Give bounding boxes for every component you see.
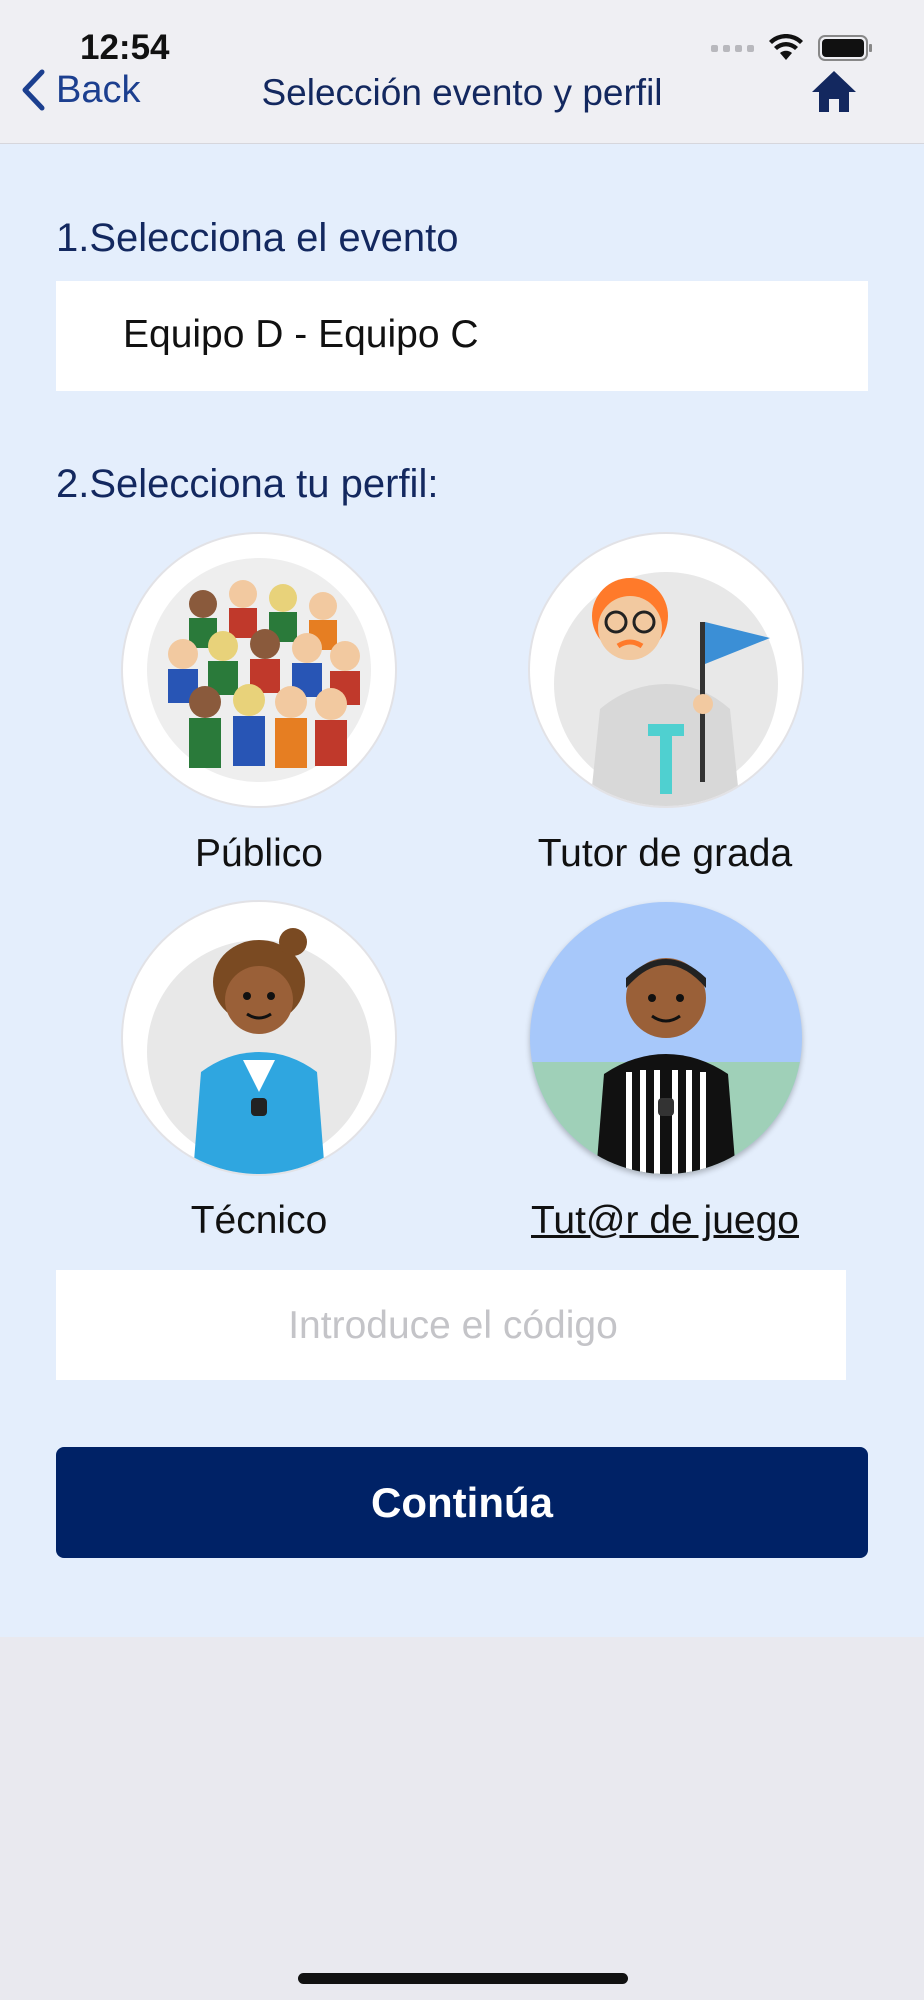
- home-icon: [812, 71, 856, 112]
- tutor-flag-icon: [554, 572, 778, 806]
- profile-section-label: 2.Selecciona tu perfil:: [56, 462, 439, 506]
- wifi-icon: [769, 34, 803, 60]
- status-icons: [711, 34, 874, 62]
- profile-tutor-grada-label[interactable]: Tutor de grada: [500, 832, 830, 876]
- profile-tutor-juego-label[interactable]: Tut@r de juego: [500, 1199, 830, 1243]
- selected-event: Equipo D - Equipo C: [123, 313, 479, 356]
- coach-whistle-icon: [147, 928, 371, 1174]
- home-button[interactable]: [810, 68, 858, 119]
- navigation-bar: 12:54 Back Selección evento y perfil: [0, 0, 924, 144]
- page-title: Selección evento y perfil: [261, 72, 663, 113]
- profile-tecnico-label[interactable]: Técnico: [94, 1199, 424, 1243]
- profile-publico-avatar[interactable]: [123, 534, 395, 806]
- battery-icon: [818, 35, 872, 61]
- profile-tutor-juego-avatar[interactable]: [530, 902, 802, 1174]
- continue-button[interactable]: Continúa: [56, 1447, 868, 1558]
- event-section-label: 1.Selecciona el evento: [56, 216, 459, 260]
- profile-tutor-grada-avatar[interactable]: [530, 534, 802, 806]
- main-content: 1.Selecciona el evento Equipo D - Equipo…: [0, 144, 924, 1637]
- referee-icon: [530, 958, 802, 1174]
- code-field[interactable]: [56, 1270, 850, 1382]
- profile-publico-label[interactable]: Público: [94, 832, 424, 876]
- profile-tecnico-avatar[interactable]: [123, 902, 395, 1174]
- home-indicator: [298, 1973, 628, 1984]
- signal-icon: [711, 44, 754, 52]
- status-time: 12:54: [80, 28, 170, 67]
- crowd-icon: [147, 558, 371, 782]
- code-input[interactable]: [56, 1270, 850, 1382]
- event-selector[interactable]: Equipo D - Equipo C: [56, 281, 868, 391]
